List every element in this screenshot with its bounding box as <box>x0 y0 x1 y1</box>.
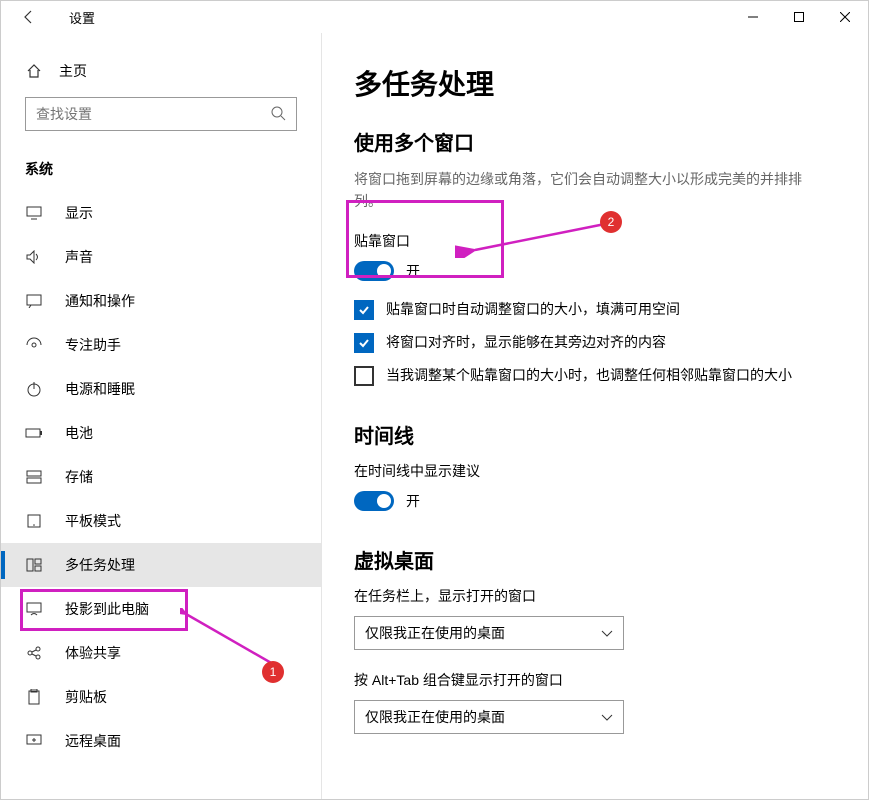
sidebar-item-multitasking[interactable]: 多任务处理 <box>1 543 321 587</box>
snap-opt3-checkbox[interactable] <box>354 366 374 386</box>
snap-opt2-checkbox[interactable] <box>354 333 374 353</box>
projecting-icon <box>25 600 43 618</box>
snap-opt1-checkbox[interactable] <box>354 300 374 320</box>
virtual-select2-value: 仅限我正在使用的桌面 <box>365 707 505 727</box>
sidebar-item-label: 存储 <box>65 467 93 487</box>
tablet-icon <box>25 512 43 530</box>
shared-icon <box>25 644 43 662</box>
home-label: 主页 <box>59 61 87 81</box>
sidebar-home[interactable]: 主页 <box>1 53 321 97</box>
notifications-icon <box>25 292 43 310</box>
remote-icon <box>25 732 43 750</box>
sidebar-item-power[interactable]: 电源和睡眠 <box>1 367 321 411</box>
virtual-select1-value: 仅限我正在使用的桌面 <box>365 623 505 643</box>
storage-icon <box>25 468 43 486</box>
section-snap: 使用多个窗口 将窗口拖到屏幕的边缘或角落，它们会自动调整大小以形成完美的并排排列… <box>354 127 828 386</box>
minimize-button[interactable] <box>730 1 776 33</box>
focus-icon <box>25 336 43 354</box>
battery-icon <box>25 424 43 442</box>
timeline-toggle-state: 开 <box>406 491 420 511</box>
window-title: 设置 <box>69 8 95 27</box>
sidebar-group-label: 系统 <box>1 151 321 191</box>
search-box[interactable] <box>25 97 297 131</box>
virtual-label2: 按 Alt+Tab 组合键显示打开的窗口 <box>354 670 828 690</box>
section-virtual-desktop: 虚拟桌面 在任务栏上，显示打开的窗口 仅限我正在使用的桌面 按 Alt+Tab … <box>354 545 828 734</box>
titlebar: 设置 <box>1 1 868 33</box>
sidebar-item-label: 电池 <box>65 423 93 443</box>
back-button[interactable] <box>13 1 45 33</box>
sidebar-item-projecting[interactable]: 投影到此电脑 <box>1 587 321 631</box>
snap-opt3-label: 当我调整某个贴靠窗口的大小时，也调整任何相邻贴靠窗口的大小 <box>386 365 792 386</box>
sidebar-item-shared[interactable]: 体验共享 <box>1 631 321 675</box>
sidebar-item-focus[interactable]: 专注助手 <box>1 323 321 367</box>
search-icon <box>270 105 286 124</box>
timeline-toggle[interactable] <box>354 491 394 511</box>
sidebar-item-label: 声音 <box>65 247 93 267</box>
sidebar-item-label: 专注助手 <box>65 335 121 355</box>
virtual-select1[interactable]: 仅限我正在使用的桌面 <box>354 616 624 650</box>
virtual-select2[interactable]: 仅限我正在使用的桌面 <box>354 700 624 734</box>
sidebar-item-tablet[interactable]: 平板模式 <box>1 499 321 543</box>
snap-title: 使用多个窗口 <box>354 127 828 156</box>
sidebar-item-label: 通知和操作 <box>65 291 135 311</box>
search-input[interactable] <box>36 106 270 122</box>
snap-toggle-state: 开 <box>406 261 420 281</box>
sidebar-item-clipboard[interactable]: 剪贴板 <box>1 675 321 719</box>
virtual-label1: 在任务栏上，显示打开的窗口 <box>354 586 828 606</box>
virtual-title: 虚拟桌面 <box>354 545 828 574</box>
sidebar: 主页 系统 显示 声音 通知和操作 专注助手 <box>1 33 321 799</box>
timeline-label: 在时间线中显示建议 <box>354 461 828 481</box>
multitasking-icon <box>25 556 43 574</box>
sidebar-item-label: 多任务处理 <box>65 555 135 575</box>
sidebar-item-storage[interactable]: 存储 <box>1 455 321 499</box>
sidebar-item-sound[interactable]: 声音 <box>1 235 321 279</box>
sidebar-item-remote[interactable]: 远程桌面 <box>1 719 321 763</box>
chevron-down-icon <box>601 625 613 641</box>
page-title: 多任务处理 <box>354 63 828 103</box>
sidebar-item-label: 剪贴板 <box>65 687 107 707</box>
sidebar-item-label: 体验共享 <box>65 643 121 663</box>
settings-window: 设置 主页 系统 显示 声音 <box>0 0 869 800</box>
sidebar-item-label: 远程桌面 <box>65 731 121 751</box>
timeline-title: 时间线 <box>354 420 828 449</box>
snap-toggle[interactable] <box>354 261 394 281</box>
sidebar-item-label: 显示 <box>65 203 93 223</box>
maximize-button[interactable] <box>776 1 822 33</box>
sidebar-item-battery[interactable]: 电池 <box>1 411 321 455</box>
snap-opt2-label: 将窗口对齐时，显示能够在其旁边对齐的内容 <box>386 332 666 353</box>
sound-icon <box>25 248 43 266</box>
snap-description: 将窗口拖到屏幕的边缘或角落，它们会自动调整大小以形成完美的并排排列。 <box>354 168 828 213</box>
sidebar-item-label: 电源和睡眠 <box>65 379 135 399</box>
chevron-down-icon <box>601 709 613 725</box>
display-icon <box>25 204 43 222</box>
home-icon <box>25 62 43 80</box>
sidebar-item-display[interactable]: 显示 <box>1 191 321 235</box>
snap-toggle-label: 贴靠窗口 <box>354 231 828 251</box>
power-icon <box>25 380 43 398</box>
sidebar-item-notifications[interactable]: 通知和操作 <box>1 279 321 323</box>
main-panel: 多任务处理 使用多个窗口 将窗口拖到屏幕的边缘或角落，它们会自动调整大小以形成完… <box>321 33 868 799</box>
sidebar-item-label: 平板模式 <box>65 511 121 531</box>
section-timeline: 时间线 在时间线中显示建议 开 <box>354 420 828 511</box>
snap-opt1-label: 贴靠窗口时自动调整窗口的大小，填满可用空间 <box>386 299 680 320</box>
clipboard-icon <box>25 688 43 706</box>
close-button[interactable] <box>822 1 868 33</box>
sidebar-item-label: 投影到此电脑 <box>65 599 149 619</box>
